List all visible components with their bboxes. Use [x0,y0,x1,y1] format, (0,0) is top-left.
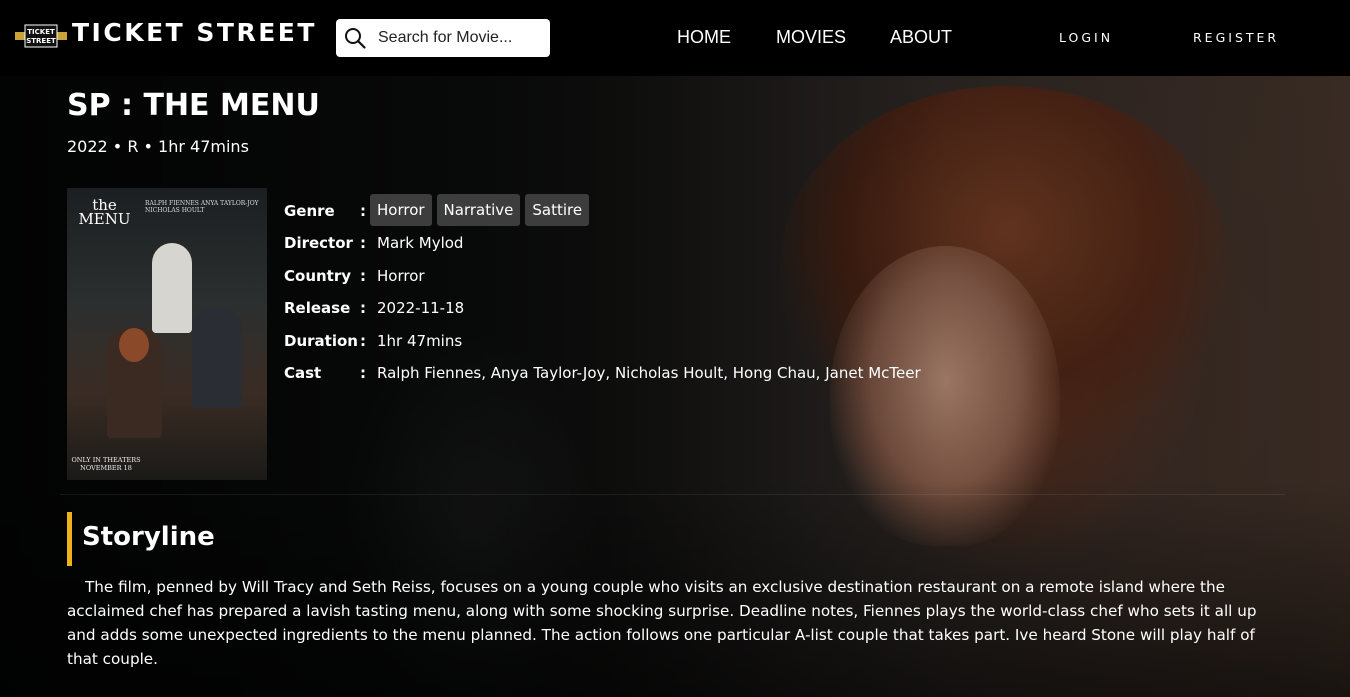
storyline-accent-bar [67,512,72,566]
nav-movies-link[interactable]: MOVIES [776,27,846,48]
poster-cast: RALPH FIENNES ANYA TAYLOR-JOY NICHOLAS H… [145,200,259,214]
genre-tags: Horror Narrative Sattire [370,194,590,226]
director-value: Mark Mylod [377,234,464,252]
section-divider [60,494,1285,495]
colon: : [360,299,366,317]
cast-value: Ralph Fiennes, Anya Taylor-Joy, Nicholas… [377,364,921,382]
svg-text:TICKET: TICKET [27,28,55,36]
duration-label: Duration [284,332,358,350]
movie-detail-content: SP : THE MENU 2022 • R • 1hr 47mins the … [0,0,1350,697]
director-label: Director [284,234,353,252]
release-label: Release [284,299,351,317]
login-link[interactable]: LOGIN [1059,30,1113,45]
release-value: 2022-11-18 [377,299,465,317]
ticket-logo-icon[interactable]: TICKET STREET [15,24,67,48]
genre-tag-narrative[interactable]: Narrative [436,194,521,226]
country-label: Country [284,267,352,285]
storyline-text: The film, penned by Will Tracy and Seth … [67,578,1257,668]
genre-tag-sattire[interactable]: Sattire [525,194,590,226]
storyline-heading: Storyline [82,522,215,552]
poster-footer: ONLY IN THEATERS NOVEMBER 18 [71,456,141,472]
colon: : [360,332,366,350]
search-input[interactable] [378,19,544,57]
svg-text:STREET: STREET [26,37,56,45]
genre-tag-horror[interactable]: Horror [370,194,432,226]
country-value: Horror [377,267,425,285]
poster-figure [192,308,242,408]
cast-label: Cast [284,364,322,382]
movie-title: SP : THE MENU [67,88,320,123]
poster-title: the MENU [67,198,142,228]
movie-meta: 2022 • R • 1hr 47mins [67,137,249,156]
colon: : [360,234,366,252]
nav-home-link[interactable]: HOME [677,27,731,48]
genre-label: Genre [284,202,335,220]
colon: : [360,364,366,382]
top-navbar: TICKET STREET TICKET STREET HOME MOVIES … [0,0,1350,76]
colon: : [360,202,366,220]
poster-title-line2: MENU [78,210,131,228]
brand-logo-text[interactable]: TICKET STREET [72,18,317,47]
movie-poster: the MENU RALPH FIENNES ANYA TAYLOR-JOY N… [67,188,267,480]
search-icon[interactable] [344,27,366,49]
nav-about-link[interactable]: ABOUT [890,27,952,48]
duration-value: 1hr 47mins [377,332,463,350]
poster-figure-head [119,328,149,362]
register-link[interactable]: REGISTER [1193,30,1279,45]
search-box[interactable] [336,19,550,57]
poster-figure [152,243,192,333]
colon: : [360,267,366,285]
